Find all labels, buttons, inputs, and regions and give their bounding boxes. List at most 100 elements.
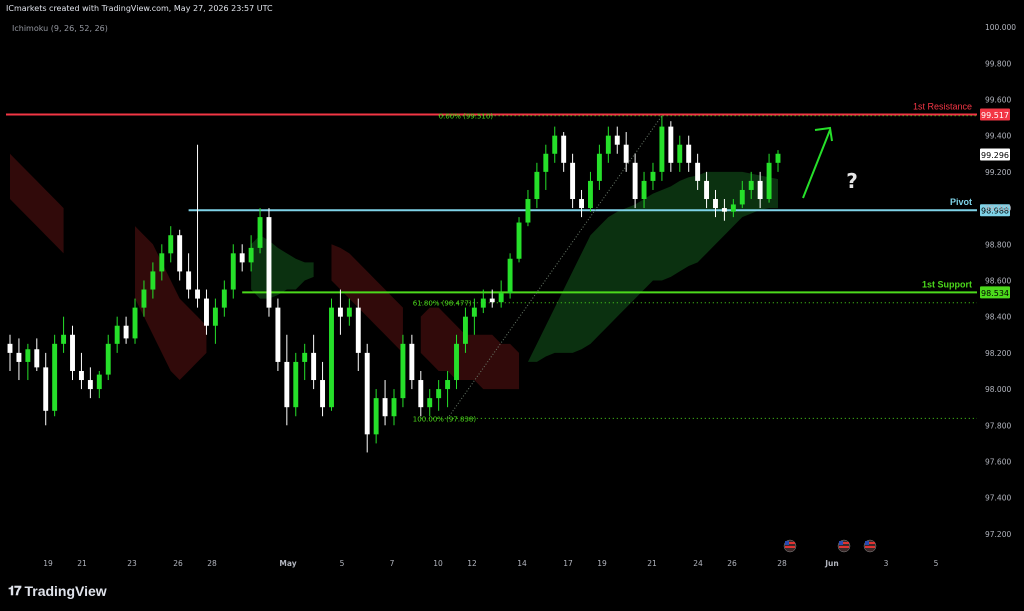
candle-body [248, 247, 254, 263]
flag-stripe [785, 546, 795, 548]
candle-body [329, 307, 334, 408]
candle-body [632, 162, 638, 200]
candle-body [364, 352, 370, 435]
level-label-0: 1st Resistance [913, 101, 972, 111]
tradingview-brand[interactable]: 𝟏𝟕 TradingView [8, 583, 107, 599]
candle-body [43, 367, 49, 411]
price-axis-tick: 99.000 [985, 204, 1011, 213]
time-axis-tick: 21 [77, 559, 87, 568]
price-axis-tick: 99.600 [985, 95, 1011, 104]
time-axis-tick: 26 [727, 559, 737, 568]
candle-body [507, 258, 513, 294]
price-axis-tick: 98.800 [985, 240, 1011, 249]
time-axis-tick: 19 [597, 559, 607, 568]
candle-body [96, 374, 102, 390]
candle-body [552, 135, 558, 154]
candle-body [462, 316, 468, 344]
price-axis-tick: 98.600 [985, 276, 1011, 285]
candle-body [123, 325, 129, 339]
candle-body [34, 349, 40, 368]
candle-body [721, 208, 727, 212]
level-label-2: 1st Support [922, 279, 972, 289]
flag-stripe [839, 546, 849, 548]
candle-body [168, 235, 174, 254]
candle-body [650, 171, 656, 181]
candle-body [87, 380, 93, 390]
level-label-1: Pivot [950, 197, 972, 207]
flag-canton [839, 541, 843, 545]
price-axis-tick: 98.000 [985, 385, 1011, 394]
candle-body [471, 307, 477, 317]
candle-body [230, 253, 236, 290]
time-axis-tick: 24 [693, 559, 703, 568]
candle-body [445, 380, 451, 390]
candle-body [766, 162, 772, 200]
indicator-legend-ichimoku[interactable]: Ichimoku (9, 26, 52, 26) [12, 24, 108, 33]
price-tag-2: 98.534 [981, 289, 1009, 298]
time-axis-tick: 28 [207, 559, 217, 568]
flag-canton [865, 541, 869, 545]
candle-body [221, 289, 227, 308]
candle-body [748, 180, 754, 190]
tradingview-logo-icon: 𝟏𝟕 [8, 583, 22, 598]
candle-body [686, 144, 692, 163]
candle-body [409, 343, 415, 381]
candle-body [141, 289, 147, 308]
time-axis-tick: 14 [517, 559, 527, 568]
candle-body [489, 298, 495, 303]
candle-body [641, 180, 647, 200]
candle-body [114, 325, 120, 344]
price-axis-tick: 97.200 [985, 530, 1011, 539]
candle-body [668, 126, 674, 163]
candle-body [61, 334, 67, 344]
price-axis-tick: 97.600 [985, 457, 1011, 466]
candle-body [739, 189, 745, 205]
candle-body [195, 289, 200, 299]
candle-body [480, 298, 486, 308]
time-axis-tick: 12 [467, 559, 477, 568]
candle-body [561, 135, 567, 163]
price-chart[interactable]: 1st Resistance99.517Pivot98.9881st Suppo… [0, 0, 1024, 611]
candle-body [284, 361, 290, 408]
candle-body [623, 144, 629, 163]
time-axis-tick: 5 [340, 559, 345, 568]
candle-body [382, 398, 388, 417]
candle-body [498, 293, 504, 303]
time-axis-tick: 21 [647, 559, 657, 568]
time-axis-tick: 5 [934, 559, 939, 568]
candle-body [25, 349, 31, 362]
candle-body [373, 398, 379, 435]
price-axis-tick: 99.200 [985, 168, 1011, 177]
time-axis-tick: May [279, 559, 296, 568]
candle-body [105, 343, 111, 375]
candle-body [579, 199, 584, 209]
time-axis-tick: 26 [173, 559, 183, 568]
candle-body [543, 153, 549, 172]
time-axis-tick: 17 [563, 559, 573, 568]
brand-name: TradingView [24, 583, 107, 599]
candle-body [320, 380, 326, 408]
price-axis-tick: 99.400 [985, 132, 1011, 141]
flag-stripe [865, 546, 875, 548]
candle-body [150, 271, 156, 290]
time-axis-tick: 3 [884, 559, 889, 568]
candle-body [427, 398, 433, 408]
candle-body [159, 253, 165, 272]
time-axis-tick: Jun [824, 559, 838, 568]
fib-level-label-1: 61.80% (98.477) [413, 300, 472, 308]
chart-attribution: ICmarkets created with TradingView.com, … [6, 4, 273, 13]
candle-body [534, 171, 540, 200]
price-axis-tick: 98.400 [985, 313, 1011, 322]
candle-body [355, 307, 361, 353]
price-axis-tick: 99.800 [985, 59, 1011, 68]
candle-body [293, 361, 299, 408]
candle-body [695, 162, 701, 181]
candle-body [239, 253, 245, 263]
candle-body [70, 334, 75, 371]
candle-body [704, 180, 710, 200]
candle-body [436, 389, 442, 399]
candle-body [614, 135, 620, 145]
candle-body [346, 307, 352, 317]
candle-body [757, 180, 763, 200]
time-axis-tick: 28 [777, 559, 787, 568]
